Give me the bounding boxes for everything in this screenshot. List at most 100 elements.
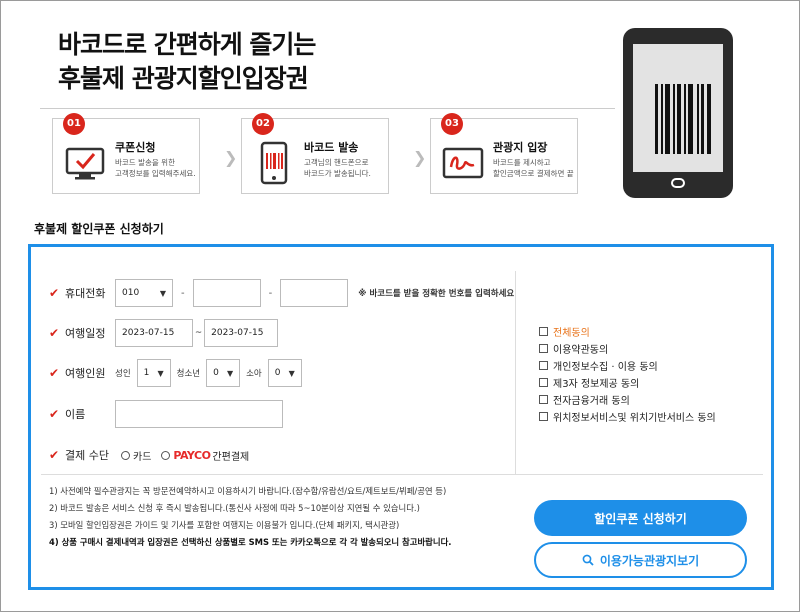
apply-coupon-button[interactable]: 할인쿠폰 신청하기 bbox=[534, 500, 747, 536]
chevron-down-icon: ▼ bbox=[157, 368, 164, 378]
agree-finance-checkbox[interactable]: 전자금융거래 동의 bbox=[539, 391, 759, 408]
notice-item: 3) 모바일 할인입장권은 가이드 및 기사를 포함한 여행지는 이용불가 입니… bbox=[49, 520, 400, 530]
mobile-barcode-icon bbox=[260, 141, 288, 185]
payment-row: ✔ 결제 수단 카드 PAYCO 간편결제 bbox=[49, 441, 259, 469]
view-attractions-button[interactable]: 이용가능관광지보기 bbox=[534, 542, 747, 578]
agree-label: 개인정보수집 · 이용 동의 bbox=[553, 362, 658, 373]
chevron-right-icon: ❯ bbox=[413, 148, 427, 167]
agree-label: 이용약관동의 bbox=[553, 345, 609, 356]
people-label: 여행인원 bbox=[65, 367, 106, 380]
step-barcode-send: 02 바코드 발송 고객님의 핸드폰으로 바코드가 발송됩니다. bbox=[241, 113, 389, 194]
step-attraction-entry: 03 관광지 입장 바코드를 제시하고 할인금액으로 결제하면 끝 bbox=[430, 113, 578, 194]
adult-label: 성인 bbox=[115, 369, 131, 379]
chevron-down-icon: ▼ bbox=[226, 368, 234, 378]
name-label: 이름 bbox=[65, 408, 86, 421]
payco-logo: PAYCO bbox=[173, 448, 211, 462]
agree-label: 위치정보서비스및 위치기반서비스 동의 bbox=[553, 413, 716, 424]
notice-item: 2) 바코드 발송은 서비스 신청 후 즉시 발송됩니다.(통신사 사정에 따라… bbox=[49, 503, 420, 513]
form-vertical-divider bbox=[515, 271, 516, 474]
card-radio[interactable] bbox=[121, 450, 130, 460]
checkbox-icon bbox=[539, 327, 548, 336]
name-row: ✔ 이름 bbox=[49, 400, 283, 428]
hero-title: 바코드로 간편하게 즐기는 후불제 관광지할인입장권 bbox=[58, 28, 316, 96]
adult-count-select[interactable]: 1 ▼ bbox=[136, 359, 171, 387]
agree-privacy-checkbox[interactable]: 개인정보수집 · 이용 동의 bbox=[539, 357, 759, 374]
step-description: 고객님의 핸드폰으로 바코드가 발송됩니다. bbox=[304, 158, 371, 178]
step-title: 쿠폰신청 bbox=[115, 141, 156, 154]
teen-label: 청소년 bbox=[176, 369, 201, 379]
notice-item: 1) 사전예약 필수관광지는 꼭 방문전예약하시고 이용하시기 바랍니다.(잠수… bbox=[49, 486, 447, 496]
phone-dash: - bbox=[181, 287, 185, 299]
checkbox-icon bbox=[539, 412, 548, 421]
step-title: 바코드 발송 bbox=[304, 141, 359, 154]
date-row: ✔ 여행일정 2023-07-15 ~ 2023-07-15 bbox=[49, 319, 279, 347]
step-number-badge: 01 bbox=[63, 113, 85, 135]
phone-dash: - bbox=[268, 287, 273, 299]
payco-radio-label: 간편결제 bbox=[212, 451, 250, 463]
agreement-list: 전체동의 이용약관동의 개인정보수집 · 이용 동의 제3자 정보제공 동의 전… bbox=[539, 323, 759, 425]
form-horizontal-divider bbox=[41, 474, 763, 475]
monitor-check-icon bbox=[65, 147, 105, 180]
chevron-down-icon: ▼ bbox=[159, 288, 166, 298]
phone-row: ✔ 휴대전화 010 ▼ - - ※ 바코드를 받을 정확한 번호를 입력하세요 bbox=[49, 279, 514, 307]
teen-count-value: 0 bbox=[213, 368, 219, 378]
required-check-icon: ✔ bbox=[49, 326, 60, 340]
phone-label: 휴대전화 bbox=[65, 287, 106, 300]
start-date-input[interactable]: 2023-07-15 bbox=[115, 319, 193, 347]
search-icon bbox=[582, 554, 594, 566]
checkbox-icon bbox=[539, 361, 548, 370]
payco-radio[interactable] bbox=[161, 450, 171, 460]
date-label: 여행일정 bbox=[65, 327, 106, 340]
phone-middle-input[interactable] bbox=[192, 279, 261, 307]
child-count-value: 0 bbox=[274, 368, 281, 378]
phone-note: ※ 바코드를 받을 정확한 번호를 입력하세요 bbox=[358, 289, 515, 299]
date-separator: ~ bbox=[195, 328, 203, 338]
step-coupon-request: 01 쿠폰신청 바코드 발송을 위한 고객정보를 입력해주세요. bbox=[52, 113, 200, 194]
barcode-icon bbox=[655, 84, 721, 154]
payment-label: 결제 수단 bbox=[65, 449, 109, 462]
card-radio-label: 카드 bbox=[133, 451, 152, 463]
adult-count-value: 1 bbox=[143, 368, 150, 378]
child-count-select[interactable]: 0 ▼ bbox=[267, 359, 302, 387]
notice-item-bold: 4) 상품 구매시 결제내역과 입장권은 선택하신 상품별로 SMS 또는 카카… bbox=[49, 537, 452, 547]
step-description: 바코드를 제시하고 할인금액으로 결제하면 끝 bbox=[493, 158, 574, 178]
phone-screen bbox=[633, 44, 723, 172]
required-check-icon: ✔ bbox=[49, 407, 60, 421]
required-check-icon: ✔ bbox=[49, 366, 60, 380]
ticket-sign-icon bbox=[442, 147, 484, 179]
hero-divider bbox=[40, 108, 615, 109]
agree-all-checkbox[interactable]: 전체동의 bbox=[539, 323, 759, 340]
step-number-badge: 03 bbox=[441, 113, 463, 135]
hero-title-line1: 바코드로 간편하게 즐기는 bbox=[58, 30, 316, 59]
section-title: 후불제 할인쿠폰 신청하기 bbox=[34, 222, 164, 236]
phone-home-button bbox=[671, 178, 685, 188]
agree-label: 제3자 정보제공 동의 bbox=[553, 379, 640, 390]
notice-list: 1) 사전예약 필수관광지는 꼭 방문전예약하시고 이용하시기 바랍니다.(잠수… bbox=[49, 483, 529, 551]
step-title: 관광지 입장 bbox=[493, 141, 548, 154]
agree-label: 전자금융거래 동의 bbox=[553, 396, 630, 407]
step-description: 바코드 발송을 위한 고객정보를 입력해주세요. bbox=[115, 158, 196, 178]
name-input[interactable] bbox=[115, 400, 283, 428]
people-row: ✔ 여행인원 성인 1 ▼ 청소년 0 ▼ 소아 0 ▼ bbox=[49, 359, 302, 387]
phone-barcode-illustration bbox=[623, 28, 733, 198]
process-steps: 01 쿠폰신청 바코드 발송을 위한 고객정보를 입력해주세요. ❯ 02 바코… bbox=[52, 113, 592, 196]
agree-third-party-checkbox[interactable]: 제3자 정보제공 동의 bbox=[539, 374, 759, 391]
coupon-form: ✔ 휴대전화 010 ▼ - - ※ 바코드를 받을 정확한 번호를 입력하세요 … bbox=[28, 244, 774, 590]
checkbox-icon bbox=[539, 378, 548, 387]
phone-prefix-select[interactable]: 010 ▼ bbox=[115, 279, 173, 307]
chevron-right-icon: ❯ bbox=[224, 148, 238, 167]
agree-location-checkbox[interactable]: 위치정보서비스및 위치기반서비스 동의 bbox=[539, 408, 759, 425]
step-number-badge: 02 bbox=[252, 113, 274, 135]
checkbox-icon bbox=[539, 395, 548, 404]
hero-title-line2: 후불제 관광지할인입장권 bbox=[58, 64, 309, 93]
phone-last-input[interactable] bbox=[280, 279, 349, 307]
view-attractions-label: 이용가능관광지보기 bbox=[599, 553, 700, 568]
phone-prefix-value: 010 bbox=[122, 288, 140, 298]
agree-terms-checkbox[interactable]: 이용약관동의 bbox=[539, 340, 759, 357]
teen-count-select[interactable]: 0 ▼ bbox=[206, 359, 241, 387]
required-check-icon: ✔ bbox=[49, 448, 60, 462]
agree-all-label: 전체동의 bbox=[553, 328, 590, 339]
checkbox-icon bbox=[539, 344, 548, 353]
end-date-input[interactable]: 2023-07-15 bbox=[204, 319, 279, 347]
child-label: 소아 bbox=[246, 369, 262, 379]
